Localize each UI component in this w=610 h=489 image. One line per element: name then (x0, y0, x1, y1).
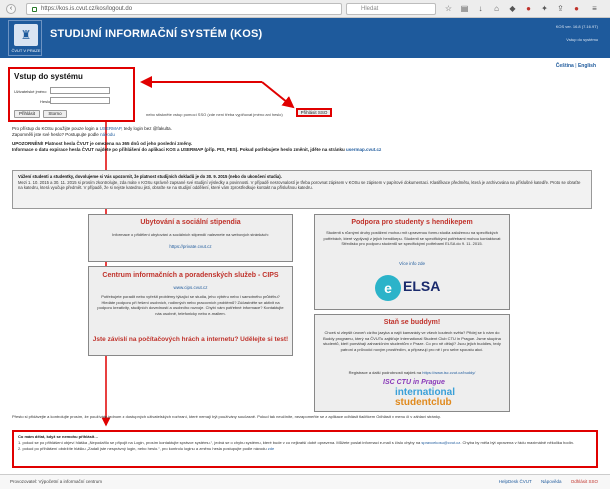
sso-login-button[interactable]: Přihlásit SSO (296, 108, 332, 117)
help-link[interactable]: Nápověda (541, 479, 562, 484)
menu-icon[interactable]: ≡ (590, 4, 599, 13)
footer-operator: Provozovatel: Výpočetní a informační cen… (10, 479, 103, 484)
browser-toolbar: ‹ https://kos.is.cvut.cz/kos/logout.do H… (0, 0, 610, 18)
card-text: Studenti s různými druhy postižení mohou… (323, 230, 501, 246)
elsa-word: ELSA (403, 278, 441, 294)
version-text: KOS ver. 16.8 (7.16.9T) (555, 24, 598, 29)
guide-link[interactable]: návodu (100, 132, 115, 137)
search-input[interactable]: Hledat (346, 3, 436, 15)
warning-2: Informace o datu expirace hesla ČVUT naj… (12, 147, 512, 153)
more-info-link[interactable]: Více info zde (315, 261, 509, 266)
buddy-registration: Registrace a další podrobnosti najdeš na… (321, 370, 503, 376)
search-placeholder: Hledat (361, 6, 379, 12)
info-line-2: Zapomněli jste své heslo? Postupujte pod… (12, 132, 512, 138)
card-text: Informace o přidělení ubytování a sociál… (112, 232, 269, 237)
profile-icon[interactable]: ● (572, 4, 581, 13)
login-help-box: Co mám dělat, když se nemohu přihlásit… … (12, 430, 598, 468)
notice-body: Mezi 1. 10. 2015 a 30. 11. 2015 si prosí… (18, 179, 581, 191)
elsa-logo-icon: e (375, 275, 401, 301)
logo-caption: ČVUT V PRAZE (11, 48, 41, 53)
card-cips: Centrum informačních a poradenských služ… (88, 266, 293, 356)
site-header: ♜ ČVUT V PRAZE STUDIJNÍ INFORMAČNÍ SYSTÉ… (0, 18, 610, 58)
helpdesk-link[interactable]: HelpDesk ČVUT (499, 479, 532, 484)
download-icon[interactable]: ↓ (476, 4, 485, 13)
lion-icon: ♜ (14, 24, 38, 46)
sso-logout-link[interactable]: Odhlásit SSO (571, 479, 598, 484)
card-text: Potřebujete poradit nebo vyřešit problém… (97, 294, 284, 316)
buddy-link[interactable]: https://www.isc.cvut.cz/buddy/ (422, 370, 475, 375)
lang-en[interactable]: English (578, 63, 596, 69)
footer-links: HelpDesk ČVUT Nápověda Odhlásit SSO (491, 479, 598, 484)
cvut-logo[interactable]: ♜ ČVUT V PRAZE (8, 20, 42, 56)
help-text: 1. pokud se po přihlášení objeví hláška … (18, 440, 421, 445)
lang-cs[interactable]: Čeština (556, 63, 574, 69)
language-switch: Čeština | English (556, 63, 596, 69)
isc-logo-a: ISC CTU in Prague (383, 379, 445, 386)
login-title: Vstup do systému (14, 72, 83, 81)
notice-box: Vážení studenti a studentky, dovolujeme … (12, 170, 592, 209)
login-button[interactable]: Přihlásit (14, 110, 40, 118)
card-title: Ubytování a sociální stipendia (140, 219, 241, 226)
url-text: https://kos.is.cvut.cz/kos/logout.do (41, 6, 133, 12)
usermap-link[interactable]: USERMAP (100, 126, 122, 131)
card-title: Staň se buddym! (383, 319, 441, 326)
private-link[interactable]: https://private.cvut.cz (89, 244, 292, 249)
help-text: 2. pokud po přihlášení obdržíte hlášku „… (18, 446, 267, 451)
info-text: , tedy login bez @fakulta. (121, 126, 172, 131)
cips-link[interactable]: www.cips.cvut.cz (89, 285, 292, 290)
back-icon[interactable]: ‹ (6, 4, 16, 14)
admin-email-link[interactable]: spravcekosu@cvut.cz (421, 440, 460, 445)
url-bar[interactable]: https://kos.is.cvut.cz/kos/logout.do (26, 3, 342, 15)
share-icon[interactable]: ⇪ (556, 4, 565, 13)
info-text: Pro přístup do KOSu použijte pouze login… (12, 126, 99, 131)
isc-logo[interactable]: ISC CTU in Prague international studentc… (383, 379, 473, 409)
sso-note: nebo stiskněte vstup pomocí SSO (zde nen… (146, 112, 283, 117)
header-info: KOS ver. 16.8 (7.16.9T) Vstup do systému (556, 24, 598, 50)
cancel-button[interactable]: Storno (43, 110, 67, 118)
card-buddy: Staň se buddym! Chceš si zlepšit úroveň … (314, 314, 510, 412)
username-label: Uživatelské jméno (14, 89, 47, 94)
bookmarks-icon[interactable]: ▤ (460, 4, 469, 13)
help-guide-link[interactable]: zde (268, 446, 274, 451)
addon-icon[interactable]: ● (524, 4, 533, 13)
card-title: Centrum informačních a poradenských služ… (102, 272, 279, 279)
lock-icon (32, 7, 37, 12)
card-accommodation: Ubytování a sociální stipendia Informace… (88, 214, 293, 262)
home-icon[interactable]: ⌂ (492, 4, 501, 13)
extension-icon[interactable]: ✦ (540, 4, 549, 13)
card-text: Chceš si zlepšit úroveň cizího jazyka a … (323, 330, 501, 352)
logout-note: Přesto si přidávejte a kontrolujte prosí… (12, 414, 441, 419)
username-field[interactable] (50, 87, 110, 94)
pocket-icon[interactable]: ◆ (508, 4, 517, 13)
buddy-reg-text: Registrace a další podrobnosti najdeš na (348, 370, 422, 375)
password-label: Heslo (40, 99, 51, 104)
usermap-url-link[interactable]: usermap.cvut.cz (346, 147, 381, 152)
notice-title: Vážení studenti a studentky, dovolujeme … (18, 174, 282, 179)
lang-sep: | (575, 63, 577, 69)
help-item-2: 2. pokud po přihlášení obdržíte hlášku „… (18, 446, 592, 452)
star-icon[interactable]: ☆ (444, 4, 453, 13)
isc-logo-c: studentclub (395, 397, 452, 408)
login-panel: Vstup do systému Uživatelské jméno Heslo… (8, 67, 135, 122)
card-disability-support: Podpora pro studenty s hendikepem Studen… (314, 214, 510, 310)
card-title: Podpora pro studenty s hendikepem (351, 219, 473, 226)
elsa-logo[interactable]: e ELSA (375, 275, 445, 301)
header-help-link[interactable]: Vstup do systému (556, 37, 598, 42)
arrow-to-sso (261, 81, 295, 109)
help-text: . Chyba by měla být opravena v řádu maxi… (460, 440, 574, 445)
warning-text: Informace o datu expirace hesla ČVUT naj… (12, 147, 345, 152)
page-footer: Provozovatel: Výpočetní a informační cen… (0, 474, 610, 489)
game-test-link[interactable]: Jste závislí na počítačových hrách a int… (89, 336, 292, 343)
page-title: STUDIJNÍ INFORMAČNÍ SYSTÉM (KOS) (50, 28, 263, 40)
info-text: Zapomněli jste své heslo? Postupujte pod… (12, 132, 99, 137)
password-field[interactable] (50, 97, 110, 104)
